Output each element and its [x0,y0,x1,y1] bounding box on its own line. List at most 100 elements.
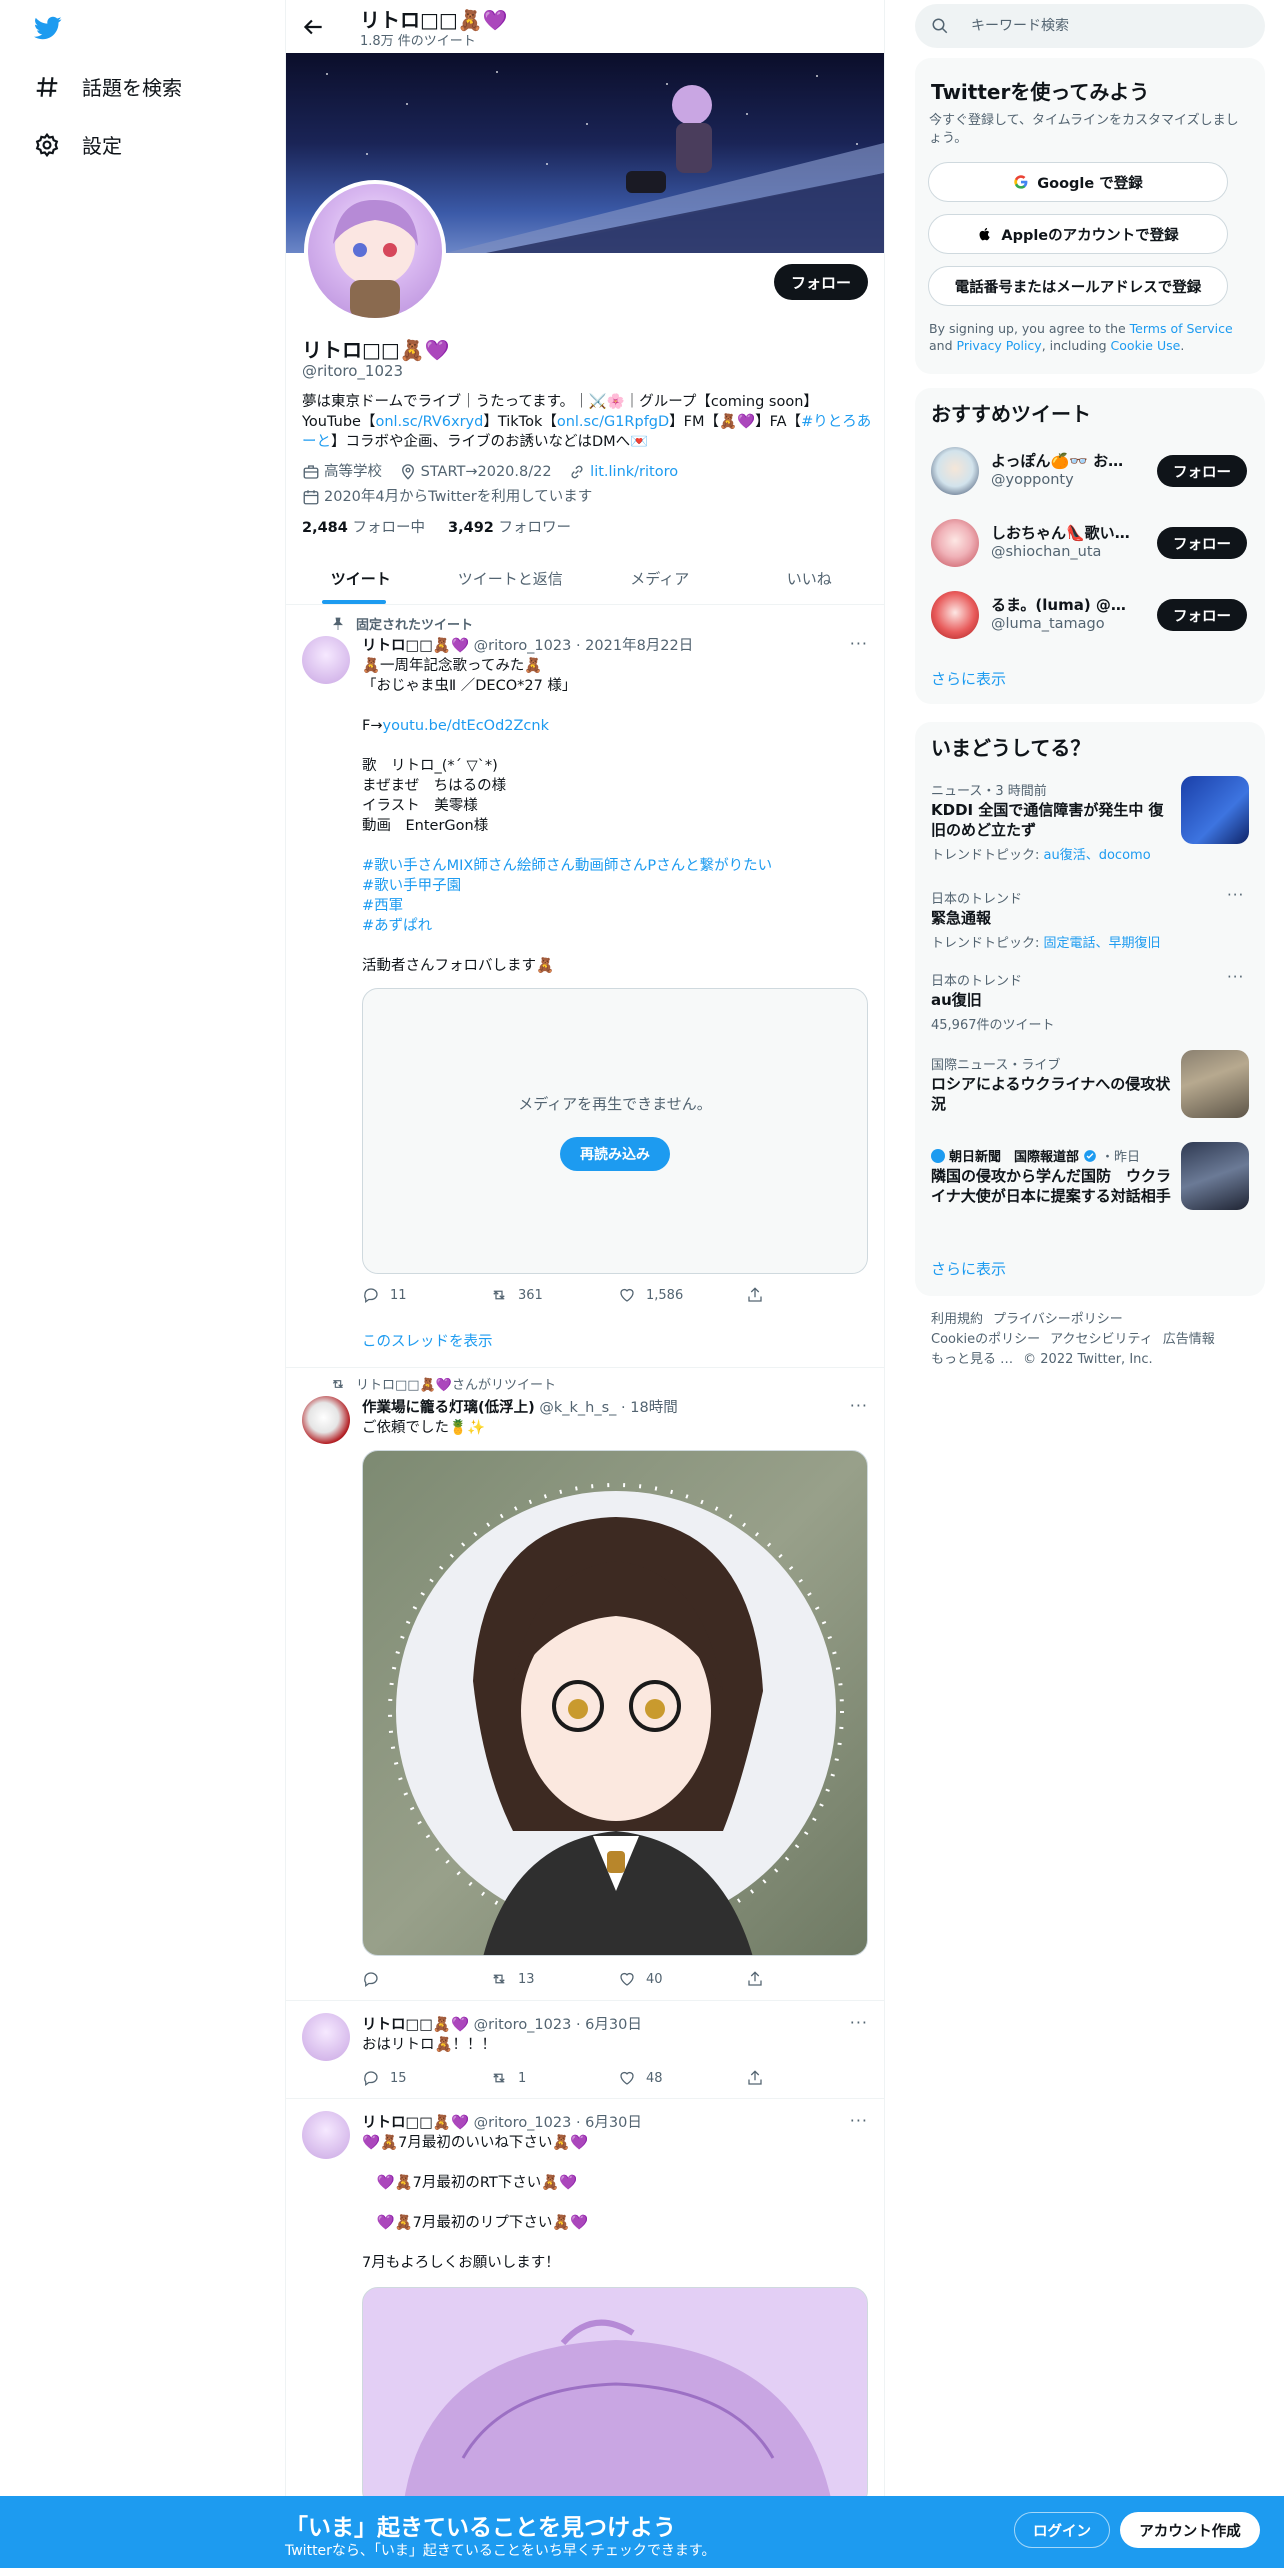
tweet-image[interactable] [362,2287,868,2507]
profile-website-link[interactable]: lit.link/ritoro [590,462,678,482]
share-action[interactable] [746,2069,776,2087]
trend-thumbnail[interactable] [1181,776,1249,844]
like-action[interactable]: 48 [618,2069,746,2087]
privacy-link[interactable]: Privacy Policy [957,338,1042,353]
avatar[interactable] [931,519,979,567]
tweet-author-name[interactable]: リトロ□□🧸💜 [362,2017,469,2033]
create-account-button[interactable]: アカウント作成 [1120,2512,1260,2548]
recommended-name[interactable]: るま。(luma) @アメ… [991,594,1131,615]
nav-explore[interactable]: 話題を検索 [34,72,182,101]
following-stat[interactable]: 2,484 フォロー中 [302,520,425,536]
trend-item[interactable]: ニュース・3 時間前 KDDI 全国で通信障害が発生中 復旧のめど立たず トレン… [915,774,1265,863]
trend-item[interactable]: 国際ニュース・ライブ ロシアによるウクライナへの侵攻状況 [915,1048,1265,1118]
following-count: 2,484 [302,520,348,536]
trend-sub-links[interactable]: 固定電話、早期復旧 [1044,936,1161,951]
share-action[interactable] [746,1970,776,1988]
tweet-avatar[interactable] [302,1396,350,1444]
footer-link[interactable]: Cookieのポリシー [931,1332,1040,1347]
tweet-image[interactable] [362,1450,868,1956]
trend-thumbnail[interactable] [1181,1142,1249,1210]
more-options-icon[interactable]: ··· [850,2013,868,2032]
tab-tweets[interactable]: ツイート [286,552,436,604]
back-arrow-icon[interactable] [300,14,326,40]
publisher-avatar [931,1148,945,1163]
tweet-youtube-link[interactable]: youtu.be/dtEcOd2Zcnk [383,718,550,734]
tab-tweets-and-replies[interactable]: ツイートと返信 [436,552,586,604]
retweet-action[interactable]: 13 [490,1970,618,1988]
like-action[interactable]: 40 [618,1970,746,1988]
recommended-name[interactable]: よっぽん🍊👓 おち… [991,450,1131,471]
trend-item[interactable]: 日本のトレンド au復旧 45,967件のツイート ··· [915,964,1265,1033]
reply-action[interactable]: 11 [362,1286,490,1304]
more-options-icon[interactable]: ··· [850,1396,868,1415]
retweet-action[interactable]: 361 [490,1286,618,1304]
google-signup-button[interactable]: Google で登録 [928,162,1228,202]
tweet-avatar[interactable] [302,636,350,684]
recommended-show-more[interactable]: さらに表示 [931,668,1006,689]
retweet-action[interactable]: 1 [490,2069,618,2087]
tweet-time[interactable]: 2021年8月22日 [585,638,693,654]
footer-link[interactable]: 利用規約 [931,1312,983,1327]
tweet-author-name[interactable]: リトロ□□🧸💜 [362,638,469,654]
reload-button[interactable]: 再読み込み [560,1137,670,1171]
terms-link[interactable]: Terms of Service [1130,321,1233,336]
follow-button[interactable]: フォロー [1157,455,1247,487]
avatar[interactable] [931,591,979,639]
pin-icon [333,617,343,630]
search-box[interactable] [915,4,1265,48]
recommended-name[interactable]: しおちゃん👠歌い手… [991,522,1131,543]
tweet-time[interactable]: 6月30日 [585,2115,642,2131]
cookie-link[interactable]: Cookie Use [1111,338,1181,353]
recommended-item[interactable]: よっぽん🍊👓 おち… @yopponty フォロー [915,436,1265,506]
footer-link[interactable]: 広告情報 [1163,1332,1215,1347]
bio-tiktok-link[interactable]: onl.sc/G1RpfgD [557,414,669,430]
trend-more-icon[interactable]: ··· [1227,886,1244,904]
tweet-hashtags[interactable]: #歌い手さんMIX師さん絵師さん動画師さんPさんと繋がりたい #歌い手甲子園 #… [362,858,772,934]
tweet-author-name[interactable]: リトロ□□🧸💜 [362,2115,469,2131]
tweet-time[interactable]: 6月30日 [585,2017,642,2033]
meta-link[interactable]: lit.link/ritoro [568,462,678,482]
tab-media[interactable]: メディア [585,552,735,604]
follow-button[interactable]: フォロー [1157,527,1247,559]
follow-button[interactable]: フォロー [1157,599,1247,631]
tweet-avatar[interactable] [302,2013,350,2061]
tweet-author-name[interactable]: 作業場に籠る灯璃(低浮上) [362,1400,535,1416]
recommended-item[interactable]: るま。(luma) @アメ… @luma_tamago フォロー [915,580,1265,650]
login-button[interactable]: ログイン [1014,2512,1110,2548]
more-options-icon[interactable]: ··· [850,2111,868,2130]
like-action[interactable]: 1,586 [618,1286,746,1304]
footer-link[interactable]: プライバシーポリシー [993,1312,1123,1327]
recommended-item[interactable]: しおちゃん👠歌い手… @shiochan_uta フォロー [915,508,1265,578]
footer-link[interactable]: アクセシビリティ [1050,1332,1153,1347]
reply-action[interactable]: 15 [362,2069,490,2087]
twitter-bird-icon[interactable] [32,14,64,42]
tweet-time[interactable]: 18時間 [630,1400,677,1416]
media-player[interactable]: メディアを再生できません。 再読み込み [362,988,868,1274]
trend-sub-links[interactable]: au復活、docomo [1044,848,1151,863]
tweet-item[interactable]: リトロ□□🧸💜 @ritoro_1023 · 6月30日 ··· 💜🧸7月最初の… [286,2099,884,2507]
trend-item[interactable]: 日本のトレンド 緊急通報 トレンドトピック: 固定電話、早期復旧 ··· [915,882,1265,951]
share-action[interactable] [746,1286,776,1304]
trends-show-more[interactable]: さらに表示 [931,1258,1006,1279]
tab-likes[interactable]: いいね [735,552,885,604]
profile-avatar[interactable] [304,180,446,322]
trend-more-icon[interactable]: ··· [1227,968,1244,986]
followers-stat[interactable]: 3,492 フォロワー [448,520,571,536]
follow-button[interactable]: フォロー [774,264,868,300]
reply-action[interactable] [362,1970,490,1988]
apple-signup-button[interactable]: Appleのアカウントで登録 [928,214,1228,254]
search-input[interactable] [971,16,1241,36]
phone-email-signup-button[interactable]: 電話番号またはメールアドレスで登録 [928,266,1228,306]
show-thread-link[interactable]: このスレッドを表示 [362,1330,493,1351]
more-options-icon[interactable]: ··· [850,634,868,653]
trend-thumbnail[interactable] [1181,1050,1249,1118]
profile-bio: 夢は東京ドームでライブ｜うたってます。｜⚔️🌸｜グループ【coming soon… [302,392,872,452]
bio-youtube-link[interactable]: onl.sc/RV6xryd [375,414,483,430]
tweet-avatar[interactable] [302,2111,350,2159]
footer-link[interactable]: もっと見る … [931,1352,1013,1367]
trend-item[interactable]: 朝日新聞 国際報道部 ・昨日 隣国の侵攻から学んだ国防 ウクライナ大使が日本に提… [915,1140,1265,1230]
avatar[interactable] [931,447,979,495]
tweet-item[interactable]: リトロ□□🧸💜 @ritoro_1023 · 6月30日 ··· おはリトロ🧸！… [286,2001,884,2099]
media-error-message: メディアを再生できません。 [518,1095,712,1113]
nav-settings[interactable]: 設定 [34,130,122,159]
